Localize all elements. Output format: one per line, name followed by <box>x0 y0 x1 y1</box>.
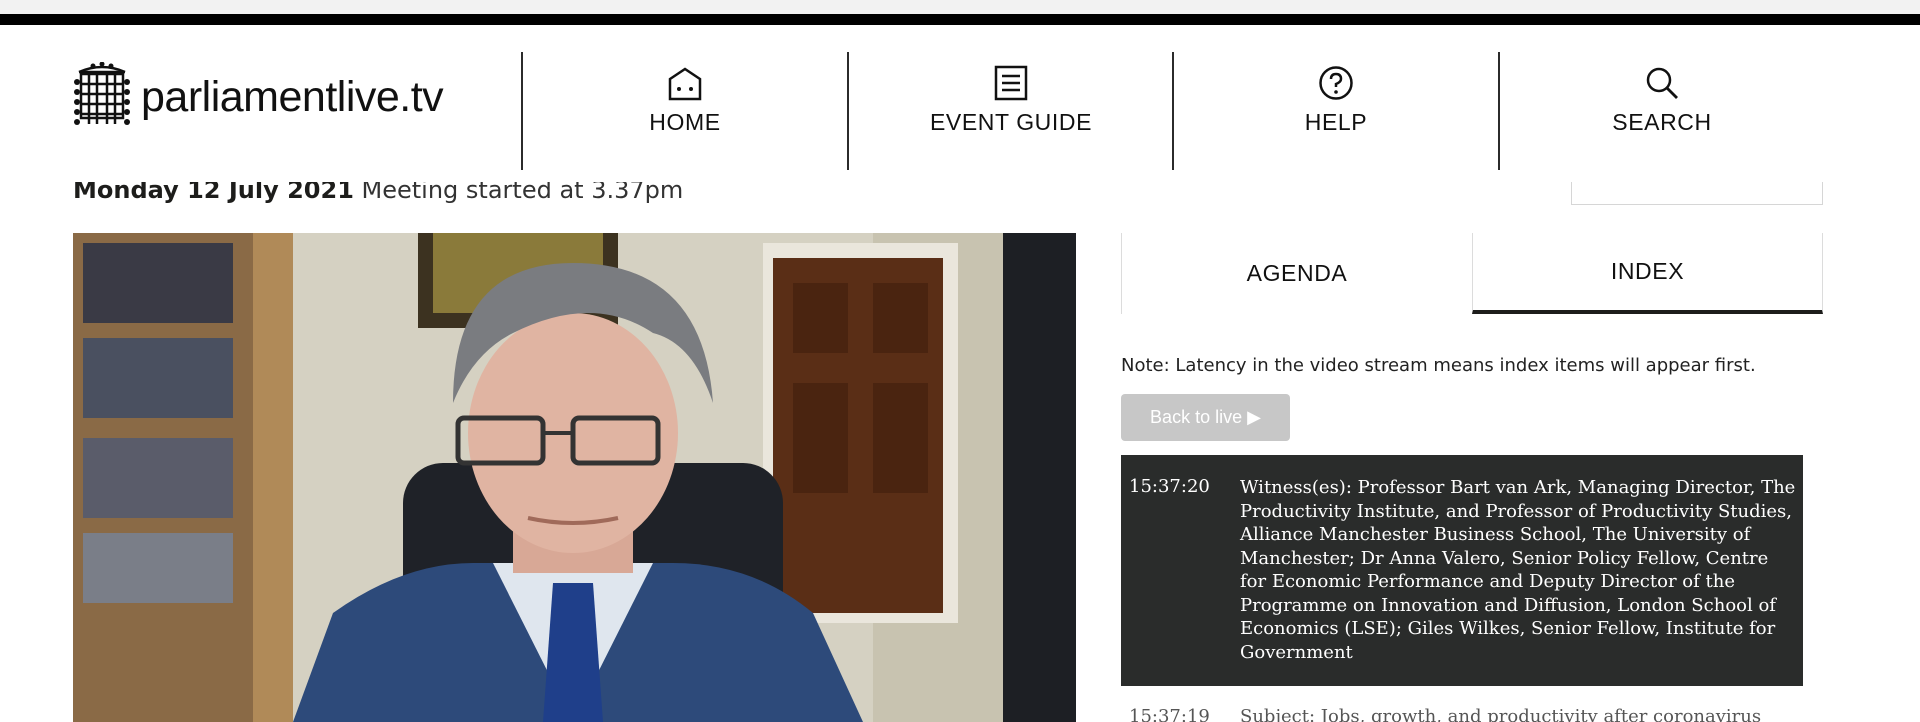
tab-index[interactable]: INDEX <box>1472 233 1823 314</box>
index-entry-text: Witness(es): Professor Bart van Ark, Man… <box>1240 477 1796 663</box>
index-entry-text: Subject: Jobs, growth, and productivity … <box>1240 706 1762 722</box>
nav-home-label: HOME <box>649 109 721 135</box>
nav-event-guide[interactable]: EVENT GUIDE <box>849 65 1173 136</box>
index-entry-time: 15:37:20 <box>1129 476 1210 497</box>
site-top-bar <box>0 14 1920 25</box>
tab-agenda-label: AGENDA <box>1246 260 1348 286</box>
home-icon <box>668 67 702 101</box>
video-player[interactable] <box>73 233 1076 722</box>
video-frame-image <box>73 233 1076 722</box>
document-icon <box>994 65 1028 101</box>
back-to-live-button[interactable]: Back to live ▶ <box>1121 394 1290 441</box>
index-entry-active[interactable]: 15:37:20 Witness(es): Professor Bart van… <box>1121 455 1803 686</box>
tab-index-label: INDEX <box>1610 258 1685 284</box>
portcullis-icon <box>74 62 130 125</box>
nav-event-guide-label: EVENT GUIDE <box>929 109 1093 135</box>
nav-search[interactable]: SEARCH <box>1500 65 1824 136</box>
search-icon <box>1646 67 1678 99</box>
site-header: parliamentlive.tv HOME EVENT GUIDE HELP <box>0 25 1920 182</box>
index-entry[interactable]: 15:37:19 Subject: Jobs, growth, and prod… <box>1121 706 1803 722</box>
nav-help-label: HELP <box>1304 109 1368 135</box>
logo-text: parliamentlive.tv <box>141 72 444 121</box>
tab-agenda[interactable]: AGENDA <box>1121 233 1472 314</box>
latency-note: Note: Latency in the video stream means … <box>1121 355 1756 376</box>
nav-home[interactable]: HOME <box>523 65 847 136</box>
site-logo[interactable]: parliamentlive.tv <box>73 62 444 132</box>
panel-tabs: AGENDA INDEX <box>1121 233 1824 314</box>
index-entry-time: 15:37:19 <box>1129 706 1210 722</box>
browser-top-strip <box>0 0 1920 14</box>
help-icon <box>1319 66 1353 100</box>
nav-help[interactable]: HELP <box>1174 65 1498 136</box>
nav-search-label: SEARCH <box>1612 109 1712 135</box>
